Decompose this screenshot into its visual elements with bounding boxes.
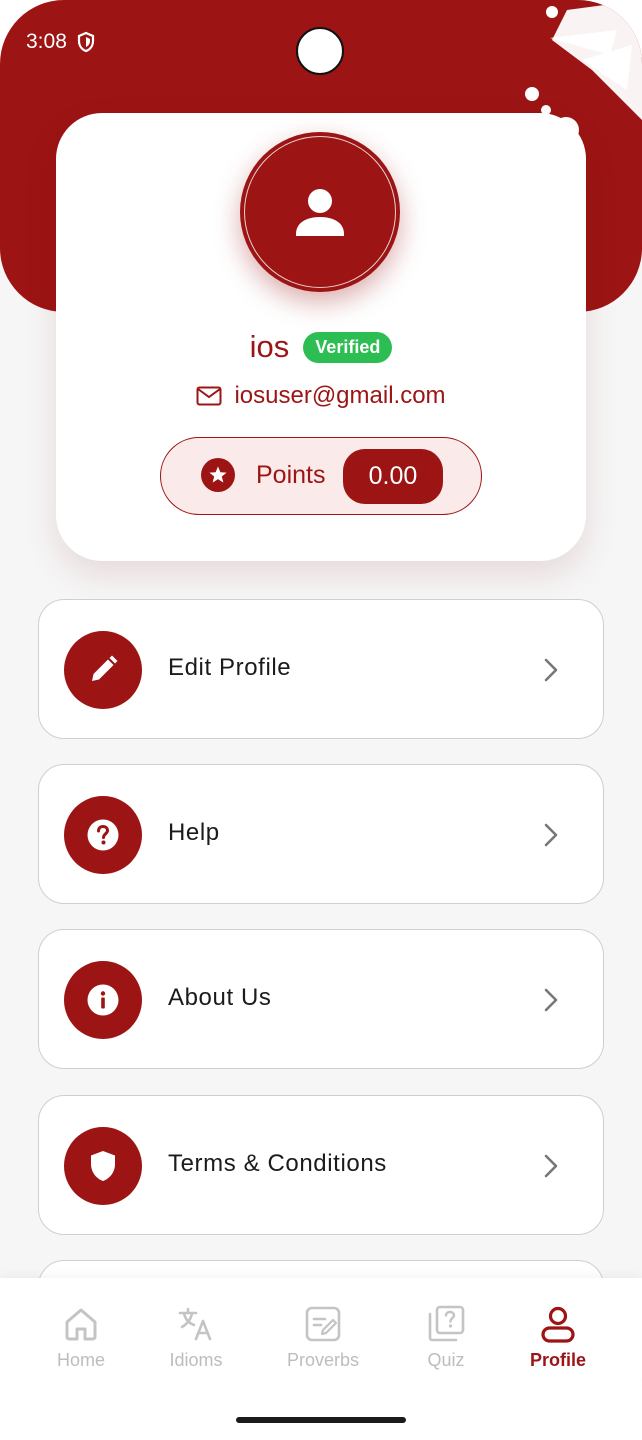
profile-email: iosuser@gmail.com [234, 382, 446, 409]
nav-quiz[interactable]: Quiz [386, 1304, 506, 1384]
avatar-ring [244, 136, 396, 288]
chevron-right-icon [544, 658, 558, 682]
nav-label: Idioms [169, 1350, 223, 1370]
pencil-icon [64, 631, 142, 709]
translate-icon [178, 1307, 212, 1341]
chevron-right-icon [544, 1154, 558, 1178]
home-indicator[interactable] [236, 1417, 406, 1423]
chevron-right-icon [544, 823, 558, 847]
camera-cutout [296, 27, 344, 75]
info-circle-icon [64, 961, 142, 1039]
menu-label: Terms & Conditions [168, 1150, 387, 1177]
menu-label: Help [168, 819, 220, 846]
menu-item-terms-conditions[interactable]: Terms & Conditions [38, 1095, 604, 1235]
menu-item-edit-profile[interactable]: Edit Profile [38, 599, 604, 739]
points-pill: Points 0.00 [160, 437, 482, 515]
status-time: 3:08 [26, 30, 67, 53]
menu-label: About Us [168, 984, 272, 1011]
menu-item-help[interactable]: Help [38, 764, 604, 904]
nav-label: Quiz [427, 1350, 465, 1370]
points-label: Points [256, 461, 326, 489]
profile-card: ios Verified iosuser@gmail.com Points 0.… [56, 113, 586, 561]
nav-label: Proverbs [286, 1350, 360, 1370]
chevron-right-icon [544, 988, 558, 1012]
points-value: 0.00 [343, 449, 443, 504]
nav-proverbs[interactable]: Proverbs [263, 1304, 383, 1384]
star-icon [201, 458, 235, 492]
nav-label: Home [56, 1350, 105, 1370]
home-icon [65, 1308, 97, 1341]
name-row: ios Verified [56, 327, 586, 367]
nav-home[interactable]: Home [21, 1304, 141, 1384]
bottom-navigation: Home Idioms Proverbs Quiz Profile [0, 1278, 642, 1440]
question-circle-icon [64, 796, 142, 874]
menu-label: Edit Profile [168, 654, 292, 681]
edit-note-icon [305, 1306, 341, 1342]
nav-idioms[interactable]: Idioms [136, 1304, 256, 1384]
avatar[interactable] [240, 132, 400, 292]
user-icon [541, 1306, 575, 1343]
profile-screen: 3:08 ios Verified iosuser@gmail.com Poin… [0, 0, 642, 1440]
profile-name: ios [249, 329, 290, 364]
menu-item-about-us[interactable]: About Us [38, 929, 604, 1069]
verified-badge: Verified [303, 331, 393, 363]
email-row: iosuser@gmail.com [56, 379, 586, 413]
shield-icon [76, 31, 96, 58]
mail-icon [196, 386, 222, 406]
nav-profile[interactable]: Profile [498, 1304, 618, 1384]
nav-label: Profile [529, 1350, 586, 1370]
shield-icon [64, 1127, 142, 1205]
quiz-icon [428, 1305, 465, 1342]
